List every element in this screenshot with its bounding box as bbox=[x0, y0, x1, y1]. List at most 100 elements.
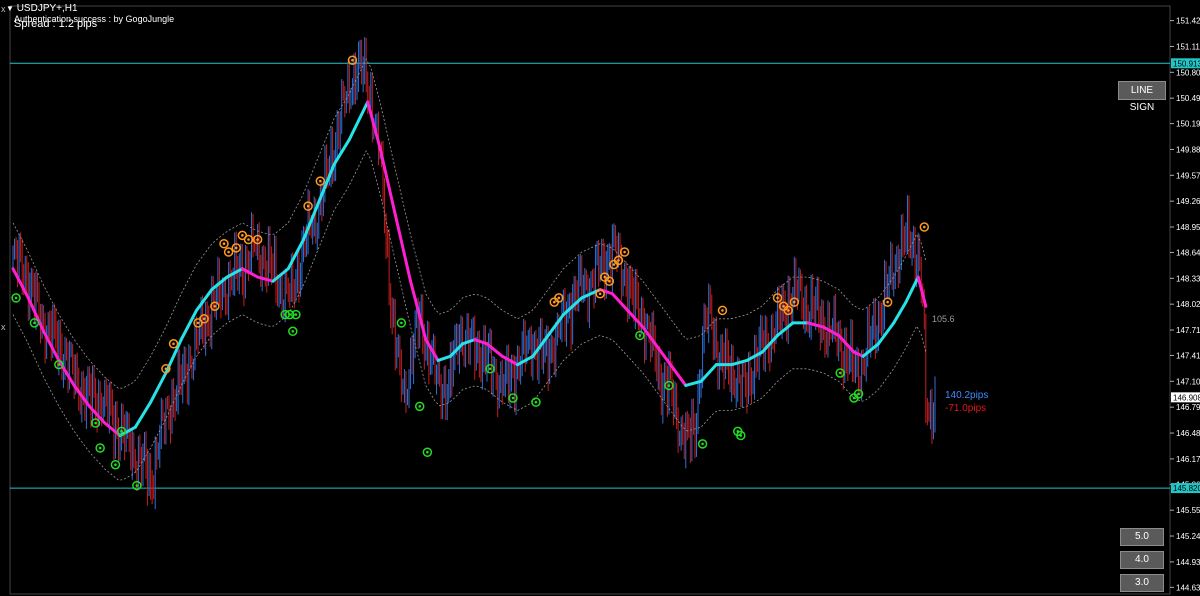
sell-sign-icon-dot bbox=[351, 58, 354, 62]
buy-sign-icon-dot bbox=[701, 442, 704, 446]
y-tick-label: 147.410 bbox=[1176, 351, 1200, 360]
moving-average-segment bbox=[806, 321, 825, 329]
sell-sign-icon-dot bbox=[617, 259, 620, 262]
sell-sign-icon-dot bbox=[552, 300, 556, 304]
sell-sign-icon-dot bbox=[247, 238, 250, 241]
moving-average-segment bbox=[892, 300, 908, 325]
moving-average-segment bbox=[699, 363, 718, 383]
y-tick-label: 148.950 bbox=[1176, 223, 1200, 232]
buy-sign-icon-dot bbox=[114, 463, 117, 467]
y-tick-label: 148.025 bbox=[1176, 300, 1200, 309]
sell-sign-icon-dot bbox=[164, 367, 168, 371]
horizontal-line-label: 150.913 bbox=[1173, 59, 1200, 68]
lot-5-0-button[interactable]: 5.0 bbox=[1120, 528, 1164, 546]
price-chart[interactable]: 151.425 151.115 150.805 150.495 150.190 149.8… bbox=[0, 0, 1200, 596]
moving-average-segment bbox=[133, 400, 153, 429]
sell-sign-icon-dot bbox=[612, 263, 616, 266]
buy-sign-icon-dot bbox=[14, 296, 18, 300]
buy-sign-icon-dot bbox=[33, 321, 36, 325]
y-tick-label: 149.570 bbox=[1176, 171, 1200, 180]
sell-sign-icon-dot bbox=[786, 309, 790, 312]
y-tick-label: 147.100 bbox=[1176, 377, 1200, 386]
moving-average-segment bbox=[610, 292, 630, 312]
buy-sign-icon-dot bbox=[426, 450, 429, 454]
buy-sign-icon-dot bbox=[488, 367, 492, 371]
moving-average-segment bbox=[256, 275, 275, 283]
y-tick-label: 146.790 bbox=[1176, 403, 1200, 412]
sell-sign-icon-dot bbox=[886, 300, 889, 304]
buy-sign-icon-dot bbox=[511, 396, 515, 400]
sell-sign-icon-dot bbox=[241, 234, 244, 237]
buy-sign-icon-dot bbox=[291, 329, 295, 333]
moving-average-segment bbox=[461, 338, 477, 346]
y-tick-label: 148.645 bbox=[1176, 248, 1200, 257]
y-tick-label: 150.805 bbox=[1176, 68, 1200, 77]
sell-sign-icon-dot bbox=[603, 275, 607, 279]
dropdown-arrow-icon[interactable]: ▼ bbox=[6, 4, 14, 13]
y-tick-label: 151.425 bbox=[1176, 17, 1200, 26]
buy-sign-icon-dot bbox=[120, 430, 123, 433]
sell-sign-icon-dot bbox=[227, 250, 230, 254]
sell-sign-icon-dot bbox=[557, 296, 561, 300]
sell-sign-icon-dot bbox=[776, 296, 779, 300]
sell-sign-icon-dot bbox=[319, 179, 322, 183]
sell-sign-icon-dot bbox=[234, 246, 238, 250]
sell-sign-icon-dot bbox=[782, 304, 785, 308]
moving-average-segment bbox=[286, 238, 306, 271]
y-tick-label: 148.335 bbox=[1176, 274, 1200, 283]
sell-sign-icon-dot bbox=[306, 204, 310, 208]
y-tick-label: 149.880 bbox=[1176, 145, 1200, 154]
buy-sign-icon-dot bbox=[857, 392, 860, 396]
buy-sign-icon-dot bbox=[400, 321, 403, 325]
sell-sign-icon-dot bbox=[213, 304, 217, 308]
moving-average-segment bbox=[904, 275, 920, 304]
y-tick-label: 145.555 bbox=[1176, 506, 1200, 515]
y-tick-label: 146.170 bbox=[1176, 455, 1200, 464]
sell-sign-icon-dot bbox=[256, 238, 259, 241]
y-tick-label: 150.495 bbox=[1176, 94, 1200, 103]
buy-sign-icon-dot bbox=[94, 421, 97, 425]
y-tick-label: 144.935 bbox=[1176, 558, 1200, 567]
band-value-label: 105.6 bbox=[932, 314, 955, 324]
sell-sign-icon-dot bbox=[202, 317, 206, 321]
lot-3-0-button[interactable]: 3.0 bbox=[1120, 574, 1164, 592]
y-tick-label: 150.190 bbox=[1176, 120, 1200, 129]
buy-sign-icon-dot bbox=[667, 384, 671, 387]
moving-average-segment bbox=[332, 137, 351, 166]
sell-sign-icon-dot bbox=[793, 300, 796, 304]
symbol-title: ▼ USDJPY+,H1 bbox=[6, 3, 78, 14]
y-tick-label: 145.245 bbox=[1176, 532, 1200, 541]
buy-sign-icon-dot bbox=[418, 405, 422, 408]
buy-sign-icon-dot bbox=[739, 434, 743, 437]
buy-sign-icon-dot bbox=[852, 396, 856, 400]
edge-mark-mid: x bbox=[1, 322, 6, 332]
lot-4-0-button[interactable]: 4.0 bbox=[1120, 551, 1164, 569]
buy-sign-icon-dot bbox=[98, 446, 102, 450]
moving-average-segment bbox=[57, 358, 76, 387]
y-tick-label: 149.260 bbox=[1176, 197, 1200, 206]
line-sign-button[interactable]: LINE SIGN bbox=[1118, 81, 1166, 113]
y-tick-label: 144.630 bbox=[1176, 583, 1200, 592]
buy-sign-icon-dot bbox=[294, 313, 298, 316]
buy-sign-icon-dot bbox=[135, 484, 139, 487]
moving-average-segment bbox=[684, 379, 703, 387]
edge-mark-top: x bbox=[1, 4, 6, 14]
upper-band bbox=[12, 58, 927, 389]
buy-sign-icon-dot bbox=[534, 400, 538, 404]
y-tick-label: 147.715 bbox=[1176, 326, 1200, 335]
lower-band bbox=[12, 150, 927, 481]
chart-frame bbox=[9, 5, 1171, 595]
moving-average-segment bbox=[194, 288, 214, 312]
moving-average-segment bbox=[876, 321, 896, 346]
y-tick-label: 146.480 bbox=[1176, 429, 1200, 438]
pips-up-label: 140.2pips bbox=[945, 390, 988, 401]
sell-sign-icon-dot bbox=[608, 279, 611, 283]
moving-average-segment bbox=[149, 371, 168, 404]
moving-average-segment bbox=[347, 100, 370, 141]
current-price-label: 146.908 bbox=[1173, 393, 1200, 402]
moving-average-segment bbox=[485, 342, 504, 358]
sell-sign-icon-dot bbox=[222, 242, 226, 246]
buy-sign-icon-dot bbox=[57, 363, 61, 366]
horizontal-line-label: 145.820 bbox=[1173, 484, 1200, 493]
pips-down-label: -71.0pips bbox=[945, 403, 986, 414]
